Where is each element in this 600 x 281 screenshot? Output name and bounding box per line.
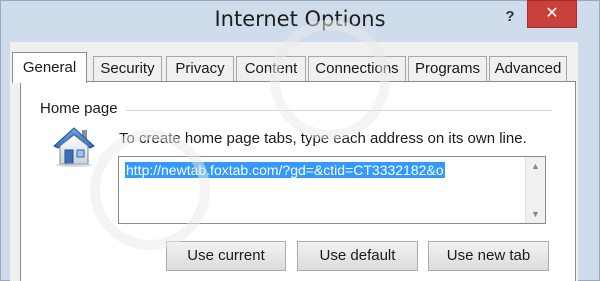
home-page-instruction: To create home page tabs, type each addr… — [119, 130, 527, 147]
scroll-up-icon[interactable]: ▲ — [526, 157, 545, 175]
home-page-url-value[interactable]: http://newtab.foxtab.com/?gd=&ctid=CT333… — [125, 162, 445, 178]
tab-general[interactable]: General — [12, 52, 87, 83]
help-button[interactable]: ? — [497, 6, 523, 28]
tab-security[interactable]: Security — [93, 56, 162, 82]
tab-connections[interactable]: Connections — [308, 56, 406, 82]
house-icon — [53, 127, 95, 167]
scroll-down-icon[interactable]: ▼ — [526, 205, 545, 223]
url-field-scrollbar[interactable]: ▲ ▼ — [525, 157, 545, 223]
home-page-group-label: Home page — [40, 100, 124, 117]
tab-advanced[interactable]: Advanced — [489, 56, 567, 82]
use-default-button[interactable]: Use default — [297, 241, 418, 271]
close-button[interactable]: ✕ — [527, 0, 577, 28]
tab-programs[interactable]: Programs — [408, 56, 487, 82]
group-divider — [126, 110, 552, 111]
use-current-button[interactable]: Use current — [166, 241, 286, 271]
home-page-url-field[interactable]: http://newtab.foxtab.com/?gd=&ctid=CT333… — [118, 156, 546, 224]
use-new-tab-button[interactable]: Use new tab — [428, 241, 549, 271]
title-bar[interactable]: Internet Options ? ✕ — [0, 0, 600, 40]
tab-content[interactable]: Content — [236, 56, 306, 82]
tab-privacy[interactable]: Privacy — [166, 56, 234, 82]
